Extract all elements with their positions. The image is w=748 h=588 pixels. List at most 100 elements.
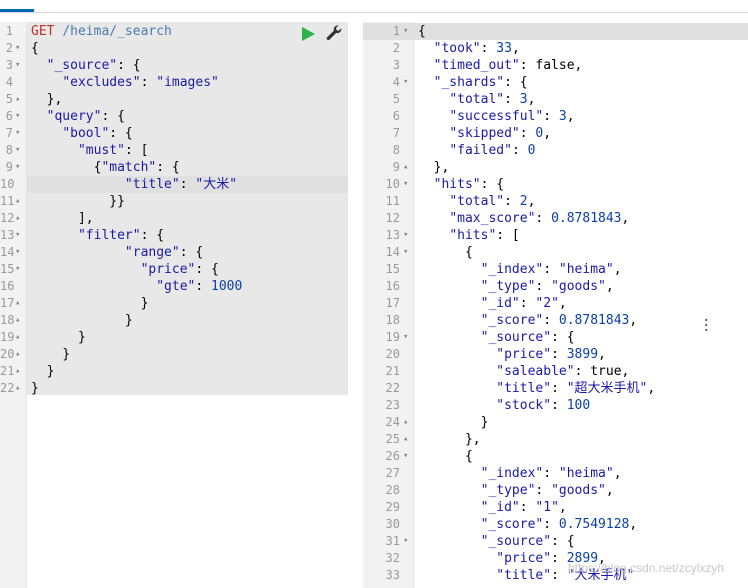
fold-open-icon[interactable]: ▾ <box>403 244 408 261</box>
code-line[interactable]: ], <box>31 210 94 227</box>
fold-open-icon[interactable]: ▾ <box>403 329 408 346</box>
line-number: 17 <box>385 296 400 310</box>
fold-open-icon[interactable]: ▾ <box>403 533 408 550</box>
code-line[interactable]: {"match": { <box>31 159 180 176</box>
code-line[interactable]: } <box>31 380 39 397</box>
code-line: { <box>418 245 473 260</box>
fold-open-icon[interactable]: ▾ <box>15 261 20 278</box>
code-line: "failed": 0 <box>449 143 536 158</box>
line-number: 1 <box>392 24 400 38</box>
fold-open-icon[interactable]: ▾ <box>15 142 20 159</box>
fold-open-icon[interactable]: ▾ <box>15 244 20 261</box>
fold-close-icon[interactable]: ▴ <box>403 414 408 431</box>
line-number: 8 <box>5 143 13 157</box>
fold-close-icon[interactable]: ▴ <box>403 431 408 448</box>
code-line[interactable]: } <box>31 329 86 346</box>
line-number: 11 <box>0 194 15 208</box>
code-line: "_index": "heima", <box>480 262 622 277</box>
code-line[interactable]: "filter": { <box>31 227 164 244</box>
line-number: 7 <box>5 126 13 140</box>
code-line: "skipped": 0, <box>449 126 552 141</box>
fold-close-icon[interactable]: ▴ <box>15 380 20 397</box>
line-number: 10 <box>0 177 15 191</box>
line-number: 27 <box>385 466 400 480</box>
fold-open-icon[interactable]: ▾ <box>403 74 408 91</box>
fold-open-icon[interactable]: ▾ <box>15 125 20 142</box>
fold-open-icon[interactable]: ▾ <box>403 176 408 193</box>
line-number: 18 <box>385 313 400 327</box>
line-number: 4 <box>5 75 13 89</box>
code-line[interactable]: }, <box>31 91 63 108</box>
line-number: 19 <box>0 330 15 344</box>
fold-open-icon[interactable]: ▾ <box>403 23 408 40</box>
line-number: 26 <box>385 449 400 463</box>
code-line[interactable]: { <box>31 40 39 57</box>
code-line[interactable]: } <box>31 363 55 380</box>
code-line[interactable]: } <box>31 295 149 312</box>
line-number: 30 <box>385 517 400 531</box>
code-line: "_source": { <box>480 330 575 345</box>
line-number: 8 <box>392 143 400 157</box>
code-line[interactable]: }} <box>31 193 125 210</box>
line-number: 13 <box>385 228 400 242</box>
line-number: 20 <box>0 347 15 361</box>
code-line[interactable]: "title": "大米" <box>31 176 237 193</box>
wrench-icon[interactable] <box>325 24 343 42</box>
line-number: 1 <box>5 24 13 38</box>
code-line: "_score": 0.7549128, <box>480 517 638 532</box>
code-line: } <box>418 415 489 430</box>
active-tab-indicator[interactable] <box>0 9 34 12</box>
fold-close-icon[interactable]: ▴ <box>15 312 20 329</box>
fold-close-icon[interactable]: ▴ <box>15 210 20 227</box>
line-number: 22 <box>385 381 400 395</box>
code-line[interactable]: "must": [ <box>31 142 148 159</box>
request-editor[interactable]: 1 GET /heima/_search 2 ▾{3 ▾ "_source": {4 "… <box>0 22 348 588</box>
code-line: "stock": 100 <box>496 398 591 413</box>
code-line: "took": 33, <box>433 41 520 56</box>
line-number: 32 <box>385 551 400 565</box>
fold-open-icon[interactable]: ▾ <box>15 57 20 74</box>
fold-close-icon[interactable]: ▴ <box>15 346 20 363</box>
fold-open-icon[interactable]: ▾ <box>15 227 20 244</box>
code-line: "saleable": true, <box>496 364 630 379</box>
line-number: 23 <box>385 398 400 412</box>
response-viewer[interactable]: 1 ▾{2 "took": 33, 3 "timed_out": false, 4 ▾ … <box>363 22 748 588</box>
request-code[interactable]: 1 GET /heima/_search 2 ▾{3 ▾ "_source": {4 "… <box>0 22 348 588</box>
fold-close-icon[interactable]: ▴ <box>15 295 20 312</box>
code-line[interactable]: "query": { <box>31 108 125 125</box>
line-number: 3 <box>5 58 13 72</box>
line-number: 5 <box>392 92 400 106</box>
code-line[interactable]: "price": { <box>31 261 219 278</box>
fold-open-icon[interactable]: ▾ <box>15 159 20 176</box>
code-line[interactable]: "bool": { <box>31 125 132 142</box>
code-line[interactable]: } <box>31 346 70 363</box>
line-number: 10 <box>385 177 400 191</box>
code-line: "total": 2, <box>449 194 536 209</box>
code-line[interactable]: "_source": { <box>31 57 141 74</box>
code-line[interactable]: "excludes": "images" <box>31 74 219 91</box>
pane-resizer[interactable]: · · · <box>349 22 710 588</box>
line-number: 24 <box>385 415 400 429</box>
line-number: 19 <box>385 330 400 344</box>
fold-close-icon[interactable]: ▴ <box>15 193 20 210</box>
fold-close-icon[interactable]: ▴ <box>15 329 20 346</box>
code-line[interactable]: "range": { <box>31 244 203 261</box>
code-line: }, <box>418 160 450 175</box>
fold-open-icon[interactable]: ▾ <box>403 448 408 465</box>
fold-open-icon[interactable]: ▾ <box>403 227 408 244</box>
code-line[interactable]: } <box>31 312 133 329</box>
code-line[interactable]: "gte": 1000 <box>31 278 242 295</box>
fold-close-icon[interactable]: ▴ <box>15 91 20 108</box>
code-line[interactable]: GET /heima/_search <box>31 23 172 40</box>
line-number: 21 <box>0 364 15 378</box>
code-line: "_index": "heima", <box>480 466 622 481</box>
code-line: }, <box>418 432 481 447</box>
line-number: 16 <box>0 279 15 293</box>
fold-open-icon[interactable]: ▾ <box>15 108 20 125</box>
code-line: "_id": "2", <box>480 296 567 311</box>
fold-open-icon[interactable]: ▾ <box>15 40 20 57</box>
line-number: 12 <box>385 211 400 225</box>
fold-close-icon[interactable]: ▴ <box>403 159 408 176</box>
fold-close-icon[interactable]: ▴ <box>15 363 20 380</box>
play-icon[interactable] <box>300 26 316 42</box>
